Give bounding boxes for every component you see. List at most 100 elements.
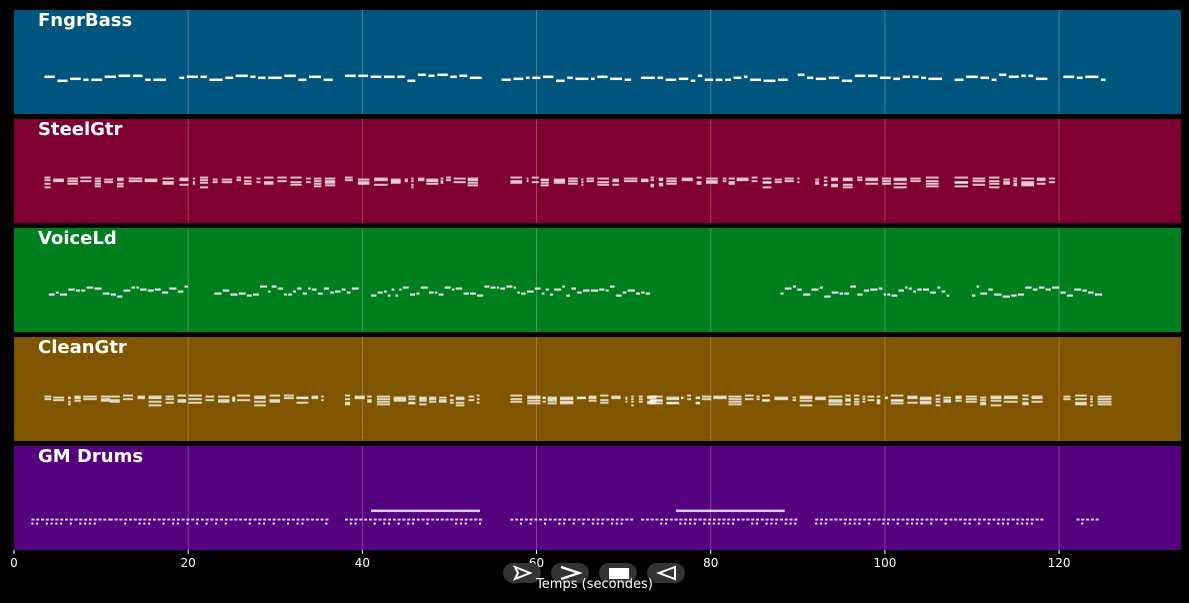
note xyxy=(1031,397,1043,400)
note xyxy=(775,522,778,525)
note xyxy=(797,181,800,184)
note xyxy=(935,394,941,397)
note xyxy=(449,401,454,404)
note xyxy=(863,289,870,292)
note xyxy=(131,286,136,289)
note xyxy=(243,518,247,521)
note xyxy=(513,77,524,81)
note xyxy=(474,518,478,521)
note xyxy=(854,400,860,403)
note xyxy=(620,522,623,525)
note xyxy=(93,518,97,521)
note xyxy=(794,522,797,525)
note xyxy=(540,181,549,184)
note xyxy=(728,177,735,180)
note xyxy=(510,394,523,397)
note xyxy=(191,518,195,521)
note xyxy=(313,177,322,180)
note xyxy=(625,400,628,403)
note xyxy=(911,522,914,525)
note xyxy=(741,518,745,521)
note xyxy=(439,400,447,403)
note xyxy=(744,398,754,401)
note xyxy=(650,176,654,179)
note xyxy=(453,181,466,184)
note xyxy=(341,288,346,291)
note xyxy=(184,285,188,288)
x-tick-label: 120 xyxy=(1048,556,1071,570)
note xyxy=(732,522,735,525)
note xyxy=(547,399,557,402)
note xyxy=(199,181,209,184)
note xyxy=(762,186,772,189)
note xyxy=(407,518,411,521)
note xyxy=(313,180,322,183)
note xyxy=(133,518,137,521)
note xyxy=(609,285,615,288)
note xyxy=(622,291,627,294)
note xyxy=(367,395,372,398)
note xyxy=(658,184,664,187)
note xyxy=(831,185,838,188)
note xyxy=(733,76,742,80)
note xyxy=(568,180,578,183)
note xyxy=(408,402,416,405)
note xyxy=(179,76,185,80)
x-tick-label: 100 xyxy=(873,556,896,570)
note xyxy=(872,518,876,521)
note xyxy=(567,518,571,521)
note xyxy=(83,398,97,401)
note xyxy=(605,289,609,292)
note xyxy=(666,182,677,185)
note xyxy=(763,79,776,83)
note xyxy=(913,290,916,293)
note xyxy=(703,522,706,525)
note xyxy=(765,522,768,525)
note xyxy=(867,395,875,398)
note xyxy=(477,294,484,297)
note xyxy=(765,518,769,521)
note xyxy=(971,294,976,297)
note xyxy=(311,288,317,291)
note xyxy=(713,397,727,400)
note xyxy=(925,518,929,521)
note xyxy=(1003,400,1018,403)
note xyxy=(820,522,823,525)
note xyxy=(449,394,454,397)
note xyxy=(954,181,969,184)
note xyxy=(717,518,721,521)
note xyxy=(529,518,533,521)
note xyxy=(965,395,977,398)
note xyxy=(854,74,866,78)
note xyxy=(527,402,541,405)
note xyxy=(450,75,457,79)
note xyxy=(867,518,871,521)
note xyxy=(863,518,867,521)
note xyxy=(641,180,649,183)
note xyxy=(344,403,351,406)
note xyxy=(199,179,209,182)
note xyxy=(563,522,566,525)
note xyxy=(756,518,760,521)
note xyxy=(883,293,887,296)
note xyxy=(854,403,860,406)
note xyxy=(243,182,252,185)
note xyxy=(623,177,638,180)
note xyxy=(631,395,634,398)
note xyxy=(728,403,742,406)
note xyxy=(222,289,230,292)
note xyxy=(53,399,65,402)
note xyxy=(128,177,143,180)
note xyxy=(553,518,557,521)
note xyxy=(907,401,918,404)
note xyxy=(388,518,392,521)
note xyxy=(467,181,479,184)
note xyxy=(990,397,1002,400)
note xyxy=(687,394,692,397)
note xyxy=(67,177,79,180)
note xyxy=(232,399,236,402)
note xyxy=(980,396,987,399)
note xyxy=(697,74,703,78)
note xyxy=(921,76,926,80)
note xyxy=(31,522,34,525)
